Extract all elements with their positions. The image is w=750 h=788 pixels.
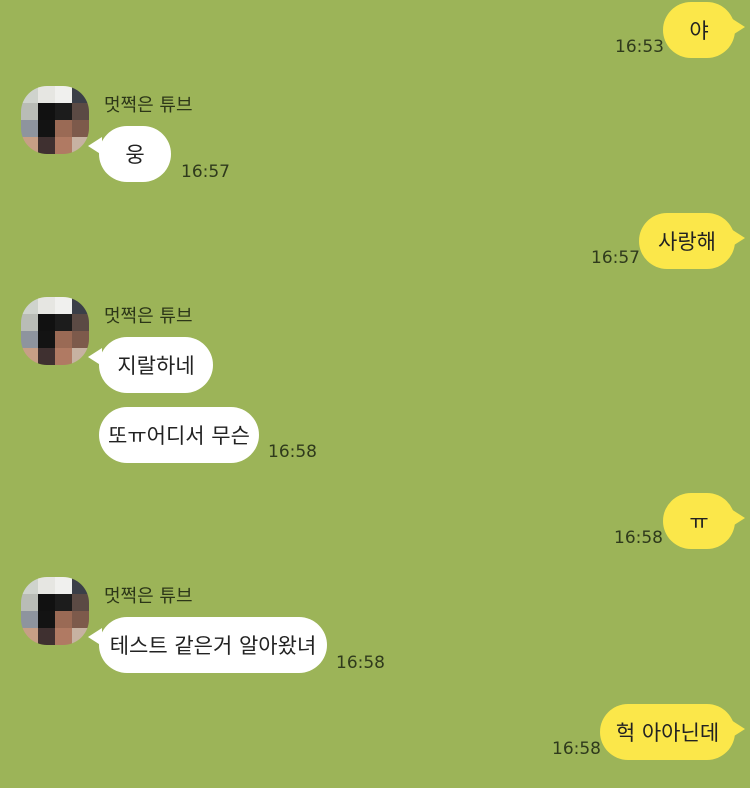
bubble-tail (731, 18, 745, 36)
avatar[interactable] (21, 86, 89, 154)
bubble-tail (731, 229, 745, 247)
message-time: 16:57 (181, 162, 230, 182)
message-bubble-mine[interactable]: ㅠ (663, 493, 735, 549)
sender-name: 멋쩍은 튜브 (104, 306, 193, 327)
message-time: 16:57 (591, 248, 640, 268)
message-bubble-theirs[interactable]: 웅 (99, 126, 171, 182)
avatar[interactable] (21, 577, 89, 645)
message-bubble-mine[interactable]: 야 (663, 2, 735, 58)
message-time: 16:58 (336, 653, 385, 673)
bubble-tail (731, 509, 745, 527)
bubble-tail (731, 720, 745, 738)
message-bubble-mine[interactable]: 사랑해 (639, 213, 735, 269)
message-time: 16:58 (614, 528, 663, 548)
sender-name: 멋쩍은 튜브 (104, 95, 193, 116)
message-bubble-theirs[interactable]: 테스트 같은거 알아왔녀 (99, 617, 327, 673)
sender-name: 멋쩍은 튜브 (104, 586, 193, 607)
message-time: 16:53 (615, 37, 664, 57)
message-bubble-theirs[interactable]: 지랄하네 (99, 337, 213, 393)
message-bubble-theirs[interactable]: 또ㅠ어디서 무슨 (99, 407, 259, 463)
message-time: 16:58 (552, 739, 601, 759)
message-time: 16:58 (268, 442, 317, 462)
message-bubble-mine[interactable]: 헉 아아닌데 (600, 704, 735, 760)
avatar[interactable] (21, 297, 89, 365)
